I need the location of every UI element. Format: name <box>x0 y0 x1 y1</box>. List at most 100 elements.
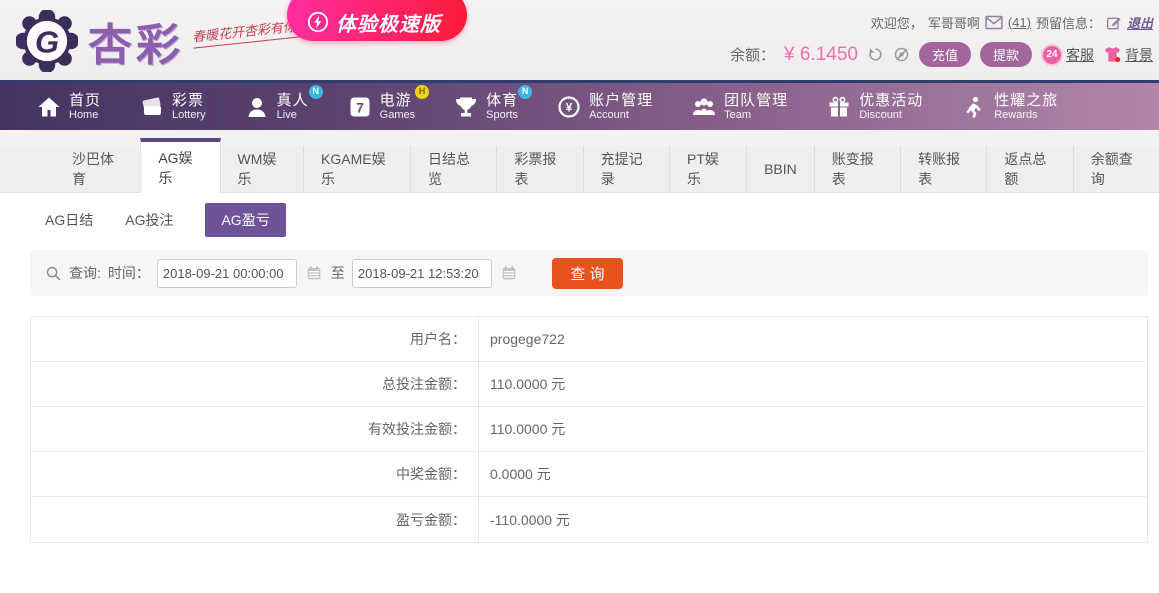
yen-coin-icon: ¥ <box>556 94 582 120</box>
tab-balance-query[interactable]: 余额查询 <box>1073 146 1159 192</box>
gift-icon <box>826 94 852 120</box>
withdraw-button[interactable]: 提款 <box>980 42 1032 67</box>
nav-home-label: 首页 <box>69 92 101 109</box>
edit-icon[interactable] <box>1106 15 1122 31</box>
lightning-icon <box>307 11 329 33</box>
nav-discount[interactable]: 优惠活动Discount <box>826 83 923 130</box>
nav-live[interactable]: 真人Live N <box>244 83 309 130</box>
refresh-balance-icon[interactable] <box>867 46 884 63</box>
new-badge: N <box>309 85 323 99</box>
tab-rebate-total[interactable]: 返点总额 <box>986 146 1072 192</box>
nav-lottery[interactable]: 彩票Lottery <box>139 83 206 130</box>
nav-rewards-sublabel: Rewards <box>994 109 1058 122</box>
username: 军哥哥啊 <box>928 13 980 32</box>
mail-count[interactable]: (41) <box>1008 15 1031 30</box>
row-label: 有效投注金额： <box>31 407 479 451</box>
tab-deposit-withdraw-records[interactable]: 充提记录 <box>583 146 669 192</box>
welcome-prefix: 欢迎您， <box>871 13 923 32</box>
header: G 杏彩 春暖花开杏彩有你! 体验极速版 欢迎您， 军哥哥啊 (41) 预留信息… <box>0 0 1159 80</box>
hot-badge: H <box>415 85 429 99</box>
time-from-input[interactable] <box>157 259 297 288</box>
nav-team-label: 团队管理 <box>724 92 788 109</box>
tab-pt-entertainment[interactable]: PT娱乐 <box>669 146 746 192</box>
row-label: 中奖金额： <box>31 452 479 496</box>
hide-balance-icon[interactable] <box>893 46 910 63</box>
row-value: 110.0000 元 <box>479 407 1147 451</box>
logout-link[interactable]: 退出 <box>1127 13 1153 32</box>
row-value: -110.0000 元 <box>479 497 1147 542</box>
game-seven-icon: 7 <box>347 94 373 120</box>
row-label: 总投注金额： <box>31 362 479 406</box>
nav-account-sublabel: Account <box>589 109 653 122</box>
team-people-icon <box>691 94 717 120</box>
table-row-winnings: 中奖金额： 0.0000 元 <box>31 452 1147 497</box>
nav-account[interactable]: ¥ 账户管理Account <box>556 83 653 130</box>
nav-discount-sublabel: Discount <box>859 109 923 122</box>
table-row-profit-loss: 盈亏金额： -110.0000 元 <box>31 497 1147 542</box>
subtab-ag-daily[interactable]: AG日结 <box>45 210 93 230</box>
svg-text:¥: ¥ <box>566 100 573 114</box>
query-label: 查询: <box>69 263 101 283</box>
nav-games[interactable]: 7 电游Games H <box>347 83 415 130</box>
query-submit-button[interactable]: 查 询 <box>552 258 623 289</box>
welcome-row: 欢迎您， 军哥哥啊 (41) 预留信息： 退出 <box>871 13 1153 32</box>
nav-rewards[interactable]: 性耀之旅Rewards <box>961 83 1058 130</box>
table-row-username: 用户名： progege722 <box>31 317 1147 362</box>
nav-account-label: 账户管理 <box>589 92 653 109</box>
profit-loss-report-table: 用户名： progege722 总投注金额： 110.0000 元 有效投注金额… <box>30 316 1148 543</box>
nav-live-label: 真人 <box>277 92 309 109</box>
tab-kgame[interactable]: KGAME娱乐 <box>303 146 410 192</box>
time-label: 时间： <box>108 263 150 283</box>
row-label: 盈亏金额： <box>31 497 479 542</box>
tab-ag-entertainment[interactable]: AG娱乐 <box>140 138 220 193</box>
tab-lottery-report[interactable]: 彩票报表 <box>496 146 582 192</box>
nav-home[interactable]: 首页Home <box>36 83 101 130</box>
brand-emblem-icon: G <box>16 10 78 72</box>
time-to-input[interactable] <box>352 259 492 288</box>
tab-bbin[interactable]: BBIN <box>746 146 814 192</box>
home-icon <box>36 94 62 120</box>
recharge-button[interactable]: 充值 <box>919 42 971 67</box>
customer-service-link[interactable]: 24 客服 <box>1041 44 1094 66</box>
nav-discount-label: 优惠活动 <box>859 92 923 109</box>
row-value: 0.0000 元 <box>479 452 1147 496</box>
row-value: 110.0000 元 <box>479 362 1147 406</box>
nav-team-sublabel: Team <box>724 109 788 122</box>
nav-live-sublabel: Live <box>277 109 309 122</box>
subtab-ag-bets[interactable]: AG投注 <box>125 210 173 230</box>
tab-daily-summary[interactable]: 日结总览 <box>410 146 496 192</box>
balance-value: ¥ 6.1450 <box>784 44 858 66</box>
query-bar: 查询: 时间： 至 查 询 <box>30 250 1148 296</box>
logo[interactable]: G 杏彩 春暖花开杏彩有你! <box>16 9 300 73</box>
brand-tagline: 春暖花开杏彩有你! <box>191 15 300 48</box>
trophy-icon <box>453 94 479 120</box>
mail-icon[interactable] <box>985 15 1003 30</box>
promo-badge[interactable]: 体验极速版 <box>287 0 467 41</box>
nav-sports[interactable]: 体育Sports N <box>453 83 518 130</box>
promo-badge-label: 体验极速版 <box>336 8 441 37</box>
nav-team[interactable]: 团队管理Team <box>691 83 788 130</box>
tab-transfer-report[interactable]: 转账报表 <box>900 146 986 192</box>
background-link[interactable]: 背景 <box>1103 45 1153 65</box>
tab-shaba-sports[interactable]: 沙巴体育 <box>55 146 140 192</box>
row-value: progege722 <box>479 317 1147 361</box>
nav-rewards-label: 性耀之旅 <box>994 92 1058 109</box>
reserved-info-label: 预留信息： <box>1036 13 1101 32</box>
background-label: 背景 <box>1125 45 1153 65</box>
journey-person-icon <box>961 94 987 120</box>
service-24h-icon: 24 <box>1041 44 1063 66</box>
page: G 杏彩 春暖花开杏彩有你! 体验极速版 欢迎您， 军哥哥啊 (41) 预留信息… <box>0 0 1159 593</box>
table-row-valid-bet: 有效投注金额： 110.0000 元 <box>31 407 1147 452</box>
new-badge: N <box>518 85 532 99</box>
tab-account-change-report[interactable]: 账变报表 <box>814 146 900 192</box>
calendar-icon[interactable] <box>306 265 322 281</box>
row-label: 用户名： <box>31 317 479 361</box>
tab-band: 沙巴体育 AG娱乐 WM娱乐 KGAME娱乐 日结总览 彩票报表 充提记录 PT… <box>0 130 1159 193</box>
subtab-ag-profit-loss[interactable]: AG盈亏 <box>205 203 285 237</box>
ag-subtabs: AG日结 AG投注 AG盈亏 <box>0 203 1159 237</box>
balance-row: 余额： ¥ 6.1450 充值 提款 24 客服 <box>730 42 1153 67</box>
tab-wm-entertainment[interactable]: WM娱乐 <box>221 146 303 192</box>
calendar-icon[interactable] <box>501 265 517 281</box>
main-nav: 首页Home 彩票Lottery 真人Live N <box>0 80 1159 130</box>
nav-lottery-label: 彩票 <box>172 92 206 109</box>
